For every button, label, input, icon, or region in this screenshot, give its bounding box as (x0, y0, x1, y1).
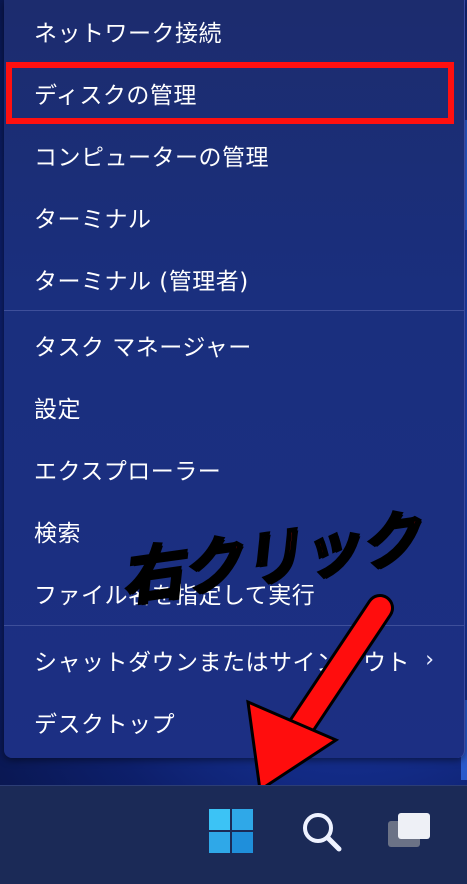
menu-item-computer-management[interactable]: コンピューターの管理 (4, 124, 464, 186)
highlight-box (6, 62, 454, 124)
menu-item-label: 設定 (34, 397, 81, 423)
menu-item-label: エクスプローラー (34, 459, 222, 485)
task-view-icon (388, 813, 430, 847)
menu-item-label: デスクトップ (34, 712, 175, 738)
annotation-arrow-icon (246, 594, 394, 793)
menu-separator (4, 310, 464, 311)
windows-logo-icon (209, 809, 253, 853)
menu-item-label: タスク マネージャー (34, 335, 252, 361)
search-button[interactable] (290, 800, 352, 862)
menu-item-label: ターミナル (34, 207, 152, 233)
taskbar (0, 785, 467, 884)
menu-item-task-manager[interactable]: タスク マネージャー (4, 314, 464, 376)
menu-item-explorer[interactable]: エクスプローラー (4, 438, 464, 500)
menu-item-label: コンピューターの管理 (34, 145, 269, 171)
task-view-button[interactable] (378, 800, 440, 862)
menu-item-label: ネットワーク接続 (34, 21, 222, 47)
search-icon (303, 813, 342, 852)
menu-item-label: ターミナル (管理者) (34, 269, 249, 295)
chevron-right-icon: › (425, 647, 434, 673)
menu-item-terminal[interactable]: ターミナル (4, 186, 464, 248)
menu-item-label: 検索 (34, 521, 81, 547)
start-button[interactable] (200, 800, 262, 862)
menu-item-network-connections[interactable]: ネットワーク接続 (4, 0, 464, 62)
menu-item-terminal-admin[interactable]: ターミナル (管理者) (4, 248, 464, 310)
menu-item-settings[interactable]: 設定 (4, 376, 464, 438)
